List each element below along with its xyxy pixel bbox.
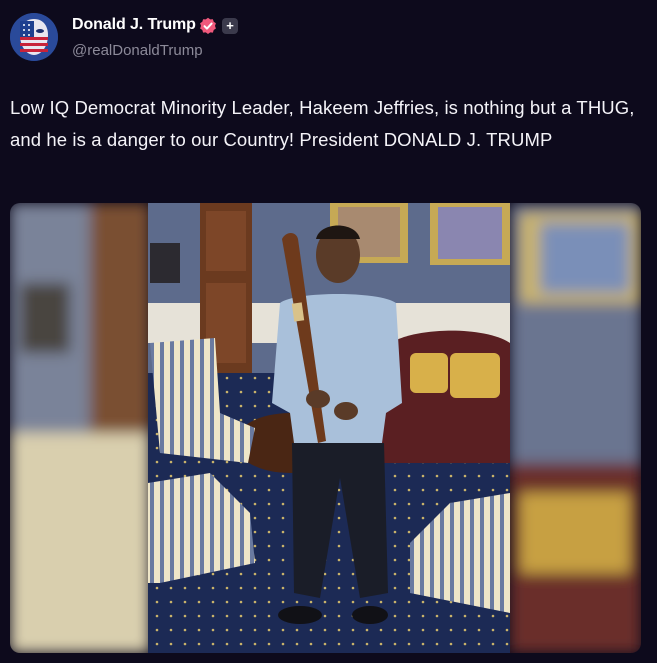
- post-card: Donald J. Trump + @realDonaldTrump Low I…: [0, 0, 657, 663]
- post-media[interactable]: [10, 203, 641, 653]
- american-flag-portrait-icon: [10, 13, 58, 61]
- verified-badge-icon: [200, 17, 216, 34]
- author-handle[interactable]: @realDonaldTrump: [72, 42, 203, 59]
- photo-of-man-holding-baseball-bat: [10, 203, 641, 653]
- display-name[interactable]: Donald J. Trump: [72, 16, 196, 34]
- plus-icon[interactable]: +: [222, 18, 238, 34]
- post-text: Low IQ Democrat Minority Leader, Hakeem …: [10, 97, 635, 150]
- avatar[interactable]: [10, 13, 58, 61]
